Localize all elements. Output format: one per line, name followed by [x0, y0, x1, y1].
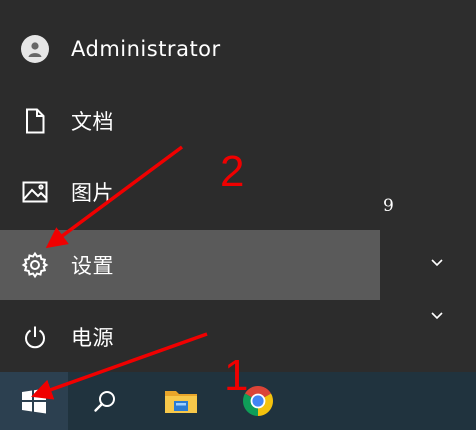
tiles-pane	[380, 0, 476, 372]
menu-item-user[interactable]: Administrator	[0, 14, 380, 84]
menu-item-documents[interactable]: 文档	[0, 86, 380, 156]
user-avatar-icon	[17, 31, 53, 67]
tile-count-text: 9	[383, 196, 394, 216]
power-icon	[17, 319, 53, 355]
annotation-label-2: 2	[220, 147, 245, 196]
chevron-down-icon[interactable]	[429, 307, 445, 323]
menu-item-power[interactable]: 电源	[0, 302, 380, 372]
chevron-down-icon[interactable]	[429, 254, 445, 270]
menu-item-label-settings: 设置	[71, 254, 114, 278]
start-button[interactable]	[0, 372, 68, 430]
file-explorer-icon	[165, 391, 197, 413]
windows-logo-icon	[22, 388, 46, 414]
menu-item-pictures[interactable]: 图片	[0, 157, 380, 227]
menu-item-label-power: 电源	[71, 326, 114, 350]
document-icon	[17, 103, 53, 139]
annotation-label-1: 1	[224, 351, 249, 400]
gear-icon	[17, 247, 53, 283]
menu-item-settings[interactable]: 设置	[0, 230, 380, 300]
menu-item-label-documents: 文档	[71, 110, 114, 134]
menu-item-label-pictures: 图片	[71, 181, 114, 205]
start-menu: Administrator 文档 图片 设置 电源	[0, 0, 380, 372]
picture-icon	[17, 174, 53, 210]
search-icon	[94, 391, 115, 412]
file-explorer-button[interactable]	[152, 372, 210, 430]
search-button[interactable]	[76, 372, 134, 430]
menu-item-label-user: Administrator	[71, 37, 221, 61]
